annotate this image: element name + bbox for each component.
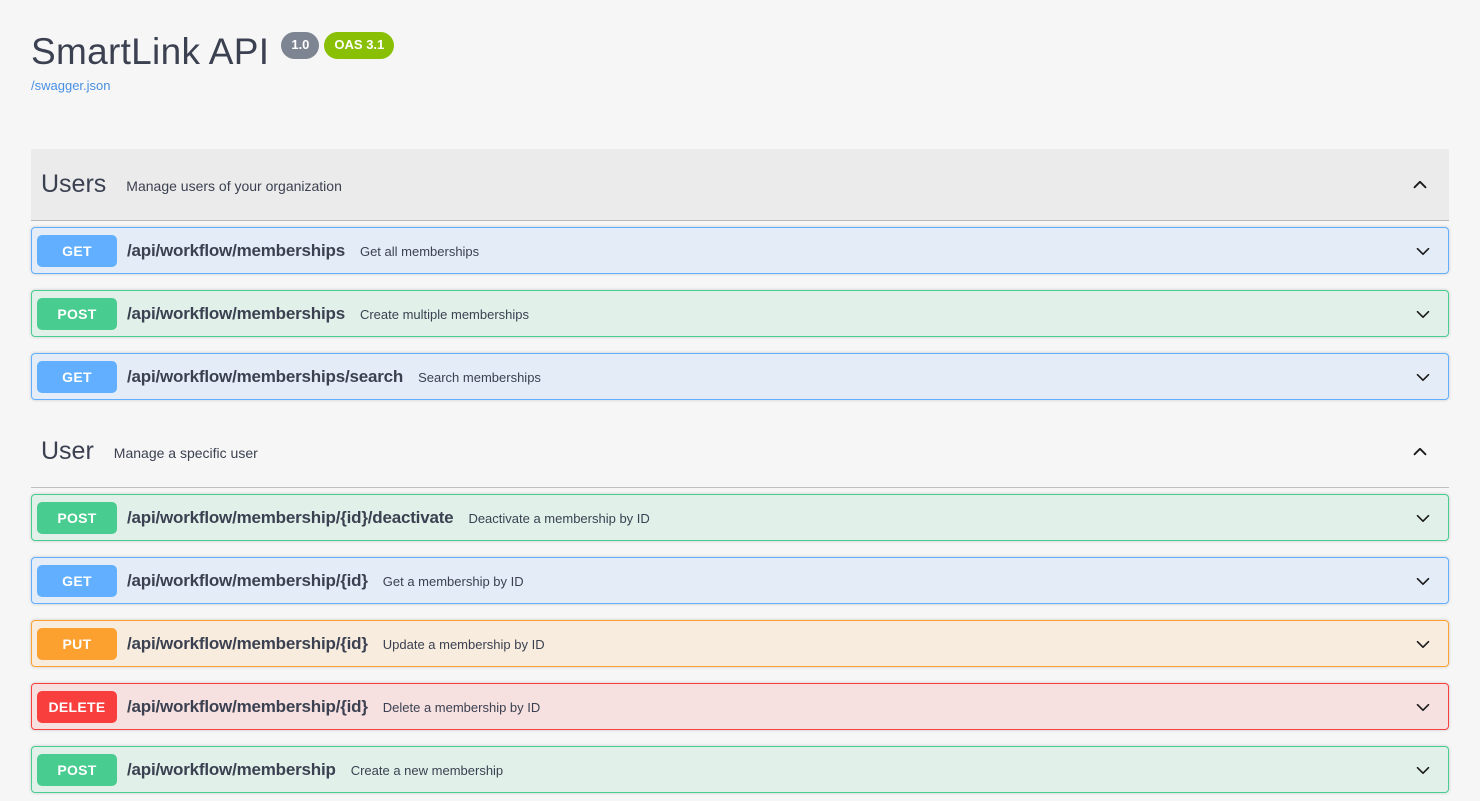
endpoint-summary: Create a new membership <box>351 763 503 778</box>
endpoint-summary: Update a membership by ID <box>383 637 545 652</box>
endpoint-row[interactable]: DELETE /api/workflow/membership/{id} Del… <box>31 683 1449 730</box>
endpoint-row[interactable]: GET /api/workflow/memberships Get all me… <box>31 227 1449 274</box>
method-badge: GET <box>37 235 117 267</box>
section-endpoints: GET /api/workflow/memberships Get all me… <box>31 221 1449 400</box>
endpoint-summary: Get a membership by ID <box>383 574 524 589</box>
chevron-up-icon[interactable] <box>1409 174 1431 196</box>
chevron-down-icon[interactable] <box>1412 570 1434 592</box>
chevron-down-icon[interactable] <box>1412 696 1434 718</box>
chevron-down-icon[interactable] <box>1412 507 1434 529</box>
method-badge: GET <box>37 565 117 597</box>
endpoint-summary: Search memberships <box>418 370 541 385</box>
section-description: Manage a specific user <box>114 445 258 461</box>
method-badge: GET <box>37 361 117 393</box>
section-endpoints: POST /api/workflow/membership/{id}/deact… <box>31 488 1449 793</box>
endpoint-summary: Deactivate a membership by ID <box>468 511 649 526</box>
oas-badge: OAS 3.1 <box>324 32 394 59</box>
version-badge: 1.0 <box>281 32 319 59</box>
chevron-down-icon[interactable] <box>1412 759 1434 781</box>
spec-file-link[interactable]: /swagger.json <box>31 78 111 93</box>
endpoint-path: /api/workflow/membership <box>127 760 336 780</box>
endpoint-row[interactable]: POST /api/workflow/membership Create a n… <box>31 746 1449 793</box>
section-header[interactable]: User Manage a specific user <box>31 416 1449 488</box>
section-title: Users <box>41 170 106 199</box>
chevron-up-icon[interactable] <box>1409 441 1431 463</box>
endpoint-path: /api/workflow/memberships <box>127 241 345 261</box>
section-description: Manage users of your organization <box>126 178 342 194</box>
api-sections: Users Manage users of your organization … <box>31 149 1449 793</box>
chevron-down-icon[interactable] <box>1412 240 1434 262</box>
method-badge: PUT <box>37 628 117 660</box>
endpoint-row[interactable]: GET /api/workflow/memberships/search Sea… <box>31 353 1449 400</box>
title-badges: 1.0 OAS 3.1 <box>281 32 394 59</box>
endpoint-row[interactable]: GET /api/workflow/membership/{id} Get a … <box>31 557 1449 604</box>
chevron-down-icon[interactable] <box>1412 366 1434 388</box>
page-container: SmartLink API 1.0 OAS 3.1 /swagger.json … <box>31 0 1449 793</box>
endpoint-row[interactable]: PUT /api/workflow/membership/{id} Update… <box>31 620 1449 667</box>
chevron-down-icon[interactable] <box>1412 633 1434 655</box>
method-badge: POST <box>37 298 117 330</box>
api-info-header: SmartLink API 1.0 OAS 3.1 /swagger.json <box>31 0 1449 95</box>
endpoint-path: /api/workflow/memberships <box>127 304 345 324</box>
endpoint-path: /api/workflow/memberships/search <box>127 367 403 387</box>
tag-section: Users Manage users of your organization … <box>31 149 1449 400</box>
endpoint-path: /api/workflow/membership/{id}/deactivate <box>127 508 453 528</box>
endpoint-path: /api/workflow/membership/{id} <box>127 571 368 591</box>
method-badge: POST <box>37 754 117 786</box>
endpoint-path: /api/workflow/membership/{id} <box>127 634 368 654</box>
endpoint-summary: Get all memberships <box>360 244 479 259</box>
page-title: SmartLink API <box>31 30 269 74</box>
method-badge: POST <box>37 502 117 534</box>
method-badge: DELETE <box>37 691 117 723</box>
endpoint-summary: Delete a membership by ID <box>383 700 541 715</box>
endpoint-summary: Create multiple memberships <box>360 307 529 322</box>
section-title: User <box>41 437 94 466</box>
endpoint-row[interactable]: POST /api/workflow/memberships Create mu… <box>31 290 1449 337</box>
chevron-down-icon[interactable] <box>1412 303 1434 325</box>
endpoint-row[interactable]: POST /api/workflow/membership/{id}/deact… <box>31 494 1449 541</box>
tag-section: User Manage a specific user POST /api/wo… <box>31 416 1449 793</box>
endpoint-path: /api/workflow/membership/{id} <box>127 697 368 717</box>
section-header[interactable]: Users Manage users of your organization <box>31 149 1449 221</box>
